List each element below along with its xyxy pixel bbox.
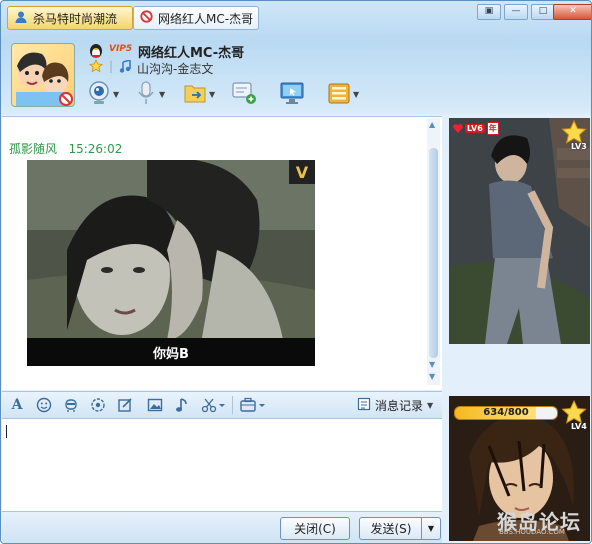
chat-transcript[interactable]: 孤影随风 15:26:02 V 你妈B [2, 116, 442, 390]
show-panel-top[interactable]: LV6 年 LV3 [449, 118, 590, 344]
add-chat-icon [231, 81, 257, 108]
experience-progress-text: 634/800 [483, 407, 529, 418]
format-toolbar: A 消息记录 ▼ [2, 391, 442, 419]
star-level-badge: LV3 [561, 119, 587, 151]
video-caption: 你妈B [153, 347, 189, 362]
text-caret [6, 425, 7, 438]
chevron-down-icon[interactable]: ▼ [353, 90, 359, 99]
avatar-show-image [449, 118, 590, 344]
create-discussion-button[interactable] [231, 81, 265, 107]
chat-window: 杀马特时尚潮流 网络红人MC-杰哥 ▣ — □ ✕ VIP5 网络红人MC-杰哥… [0, 0, 592, 544]
font-icon[interactable]: A [8, 396, 26, 414]
apps-button[interactable]: ▼ [327, 81, 361, 107]
year-badge: 年 [486, 122, 499, 135]
heart-icon [453, 124, 463, 133]
chevron-down-icon[interactable]: ▼ [159, 90, 165, 99]
voice-button[interactable]: ▼ [135, 80, 169, 109]
scribble-icon[interactable] [116, 396, 134, 414]
chevron-down-icon: ▼ [427, 401, 434, 410]
scroll-bottom-icon[interactable]: ▼ [429, 372, 435, 381]
tab-label: 网络红人MC-杰哥 [158, 11, 254, 26]
minimize-button[interactable]: — [504, 4, 528, 20]
vip-badge: VIP5 [109, 44, 133, 54]
microphone-icon [135, 80, 157, 109]
screenshot-icon[interactable] [200, 396, 228, 414]
contact-name[interactable]: 网络红人MC-杰哥 [138, 42, 244, 61]
chat-scrollbar[interactable]: ▲ ▼ ▼ [427, 118, 440, 385]
scroll-thumb[interactable] [429, 148, 438, 358]
menu-button[interactable]: ▣ [477, 4, 501, 20]
scroll-down-icon[interactable]: ▼ [429, 360, 435, 369]
shake-icon[interactable] [89, 396, 107, 414]
close-button[interactable]: 关闭(C) [280, 517, 350, 540]
webcam-button[interactable]: ▼ [87, 80, 121, 109]
level-text: LV6 [465, 124, 485, 133]
history-icon [357, 397, 371, 414]
chevron-down-icon[interactable]: ▼ [209, 90, 215, 99]
send-file-icon [183, 82, 207, 107]
divider: | [109, 59, 114, 73]
star-level-badge: LV4 [561, 399, 587, 431]
webcam-icon [87, 80, 111, 109]
chat-tool-bar: ▼ ▼ ▼ ▼ [87, 80, 375, 109]
contact-signature[interactable]: 山沟沟-金志文 [137, 60, 213, 77]
send-options-button[interactable]: ▼ [421, 517, 441, 540]
magic-face-icon[interactable] [62, 396, 80, 414]
tab-shamate-fashion[interactable]: 杀马特时尚潮流 [7, 6, 133, 30]
video-badge: V [296, 163, 309, 182]
sender-name: 孤影随风 [9, 142, 58, 156]
star-icon [89, 59, 103, 76]
music-icon[interactable] [173, 396, 191, 414]
tab-label: 杀马特时尚潮流 [33, 11, 118, 26]
maximize-button[interactable]: □ [531, 4, 555, 20]
bottom-bar: 关闭(C) 发送(S) ▼ [2, 511, 442, 543]
watermark-subtext: BBS.HOUDAO.COM [499, 528, 565, 536]
star-level-text: LV4 [571, 422, 587, 431]
contact-avatar[interactable] [11, 43, 75, 107]
tab-bar: 杀马特时尚潮流 网络红人MC-杰哥 ▣ — □ ✕ [1, 1, 591, 35]
remote-assist-button[interactable] [279, 81, 313, 107]
video-message[interactable]: V 你妈B [27, 160, 315, 366]
remote-assist-icon [279, 81, 305, 108]
video-frame: V [27, 160, 315, 366]
message-history-button[interactable]: 消息记录 ▼ [357, 397, 433, 414]
show-panel-bottom[interactable]: 634/800 LV4 猴岛论坛 BBS.HOUDAO.COM [449, 396, 590, 541]
tab-mc-jiege[interactable]: 网络红人MC-杰哥 [133, 6, 259, 30]
star-level-text: LV3 [571, 142, 587, 151]
message-header: 孤影随风 15:26:02 [9, 140, 122, 157]
music-note-icon [119, 58, 131, 76]
send-file-button[interactable]: ▼ [183, 81, 217, 107]
experience-progress-bar: 634/800 [454, 406, 558, 420]
level-badge: LV6 年 [453, 122, 499, 135]
history-label: 消息记录 [375, 399, 424, 413]
user-icon [14, 10, 28, 27]
toolbox-icon[interactable] [238, 396, 268, 414]
message-time: 15:26:02 [68, 142, 123, 156]
blocked-icon [140, 10, 153, 26]
picture-icon[interactable] [146, 396, 164, 414]
scroll-up-icon[interactable]: ▲ [429, 120, 435, 129]
emoji-icon[interactable] [35, 396, 53, 414]
toolbar-separator [232, 396, 233, 414]
apps-icon [327, 81, 351, 108]
close-window-button[interactable]: ✕ [553, 4, 591, 20]
message-input[interactable] [2, 419, 442, 511]
chevron-down-icon[interactable]: ▼ [113, 90, 119, 99]
send-button[interactable]: 发送(S) [359, 517, 423, 540]
